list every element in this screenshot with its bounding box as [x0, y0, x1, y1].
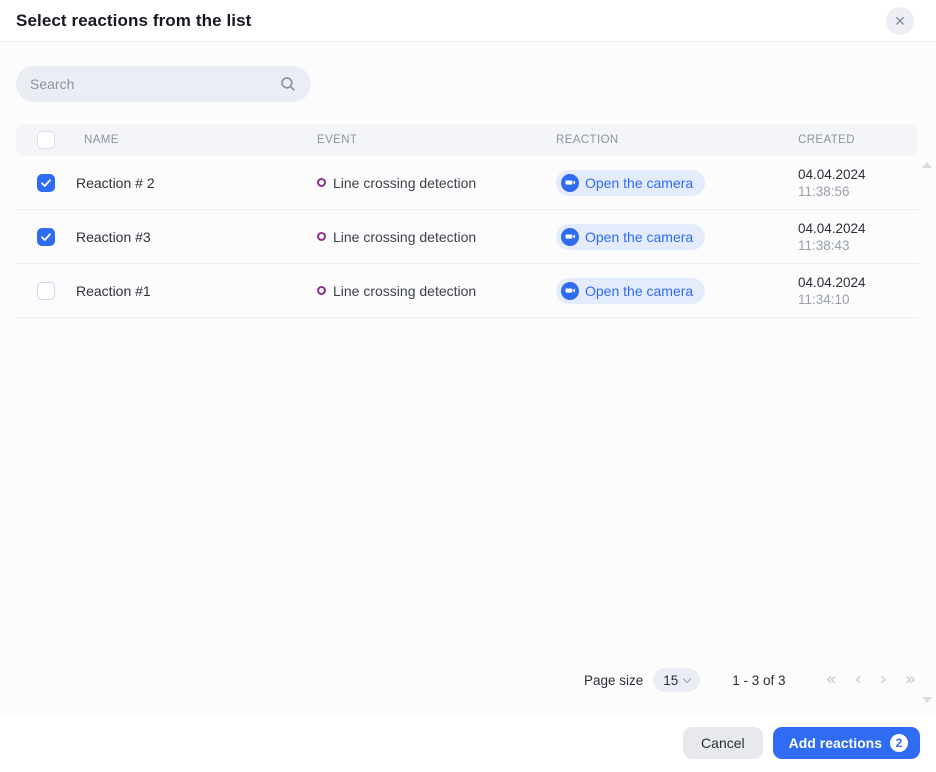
- reaction-badge[interactable]: Open the camera: [556, 169, 706, 196]
- event-cell: Line crossing detection: [317, 283, 556, 299]
- reaction-name: Reaction # 2: [76, 174, 155, 191]
- add-reactions-label: Add reactions: [788, 735, 882, 751]
- dialog-title: Select reactions from the list: [16, 10, 252, 30]
- cancel-button[interactable]: Cancel: [683, 727, 763, 759]
- close-button[interactable]: ✕: [886, 6, 914, 35]
- column-header-reaction: REACTION: [556, 134, 619, 146]
- table-body: Reaction # 2 Line crossing detection Ope…: [16, 156, 918, 318]
- pager-controls: « ‹ › »: [826, 671, 916, 689]
- created-date: 04.04.2024: [798, 274, 866, 290]
- dialog-header: Select reactions from the list ✕: [0, 0, 936, 42]
- last-page-button[interactable]: »: [905, 671, 916, 689]
- search-input[interactable]: [30, 76, 279, 92]
- row-checkbox[interactable]: [37, 227, 55, 246]
- column-header-name: NAME: [84, 134, 119, 146]
- select-reactions-dialog: Select reactions from the list ✕ Search …: [0, 0, 936, 772]
- table-row[interactable]: Reaction #3 Line crossing detection Open…: [16, 210, 918, 264]
- event-type-icon: [317, 178, 326, 187]
- dialog-footer: Cancel Add reactions 2: [0, 714, 936, 772]
- event-label: Line crossing detection: [333, 174, 477, 191]
- reaction-cell: Open the camera: [556, 223, 790, 250]
- first-page-button[interactable]: «: [826, 671, 837, 689]
- created-date: 04.04.2024: [798, 220, 866, 236]
- created-time: 11:38:56: [798, 183, 850, 199]
- created-cell: 04.04.2024 11:38:43: [790, 221, 918, 253]
- empty-area: [16, 318, 920, 668]
- reaction-badge[interactable]: Open the camera: [556, 223, 706, 250]
- table-row[interactable]: Reaction #1 Line crossing detection Open…: [16, 264, 918, 318]
- search-bar[interactable]: [16, 66, 311, 102]
- table-row[interactable]: Reaction # 2 Line crossing detection Ope…: [16, 156, 918, 210]
- event-label: Line crossing detection: [333, 228, 477, 245]
- close-icon: ✕: [894, 12, 906, 29]
- created-cell: 04.04.2024 11:38:56: [790, 167, 918, 199]
- prev-page-button[interactable]: ‹: [855, 671, 862, 689]
- reaction-cell: Open the camera: [556, 277, 790, 304]
- reaction-label: Open the camera: [585, 228, 694, 245]
- event-label: Line crossing detection: [333, 282, 477, 299]
- event-type-icon: [317, 232, 326, 241]
- search-icon: [279, 75, 297, 93]
- dialog-body: NAME EVENT REACTION CREATED Reaction # 2…: [0, 42, 936, 714]
- scrollbar-up-arrow[interactable]: [922, 162, 932, 168]
- created-cell: 04.04.2024 11:34:10: [790, 275, 918, 307]
- row-checkbox[interactable]: [37, 281, 55, 300]
- column-header-event: EVENT: [317, 134, 358, 146]
- reactions-table: NAME EVENT REACTION CREATED Reaction # 2…: [16, 124, 918, 318]
- created-time: 11:34:10: [798, 291, 850, 307]
- event-cell: Line crossing detection: [317, 229, 556, 245]
- add-reactions-button[interactable]: Add reactions 2: [772, 727, 920, 759]
- chevron-down-icon: [683, 674, 692, 683]
- column-header-created: CREATED: [798, 134, 855, 146]
- pagination-range: 1 - 3 of 3: [732, 672, 786, 688]
- pagination-bar: Page size 15 1 - 3 of 3 « ‹ › »: [16, 668, 920, 714]
- page-size-label: Page size: [583, 672, 644, 688]
- created-date: 04.04.2024: [798, 166, 866, 182]
- reaction-badge[interactable]: Open the camera: [556, 277, 706, 304]
- next-page-button[interactable]: ›: [880, 671, 887, 689]
- scrollbar-down-arrow[interactable]: [922, 697, 932, 703]
- selected-count-badge: 2: [890, 734, 908, 752]
- camera-icon: [561, 173, 579, 192]
- select-all-checkbox[interactable]: [37, 131, 55, 149]
- camera-icon: [561, 227, 579, 246]
- row-checkbox[interactable]: [37, 173, 55, 192]
- page-size-select[interactable]: 15: [653, 668, 701, 692]
- reaction-name: Reaction #3: [76, 228, 151, 245]
- event-type-icon: [317, 286, 326, 295]
- reaction-label: Open the camera: [585, 174, 694, 191]
- camera-icon: [561, 281, 579, 300]
- reaction-label: Open the camera: [585, 282, 694, 299]
- reaction-cell: Open the camera: [556, 169, 790, 196]
- created-time: 11:38:43: [798, 237, 850, 253]
- page-size-value: 15: [663, 672, 679, 688]
- table-header-row: NAME EVENT REACTION CREATED: [16, 124, 918, 156]
- reaction-name: Reaction #1: [76, 282, 151, 299]
- event-cell: Line crossing detection: [317, 175, 556, 191]
